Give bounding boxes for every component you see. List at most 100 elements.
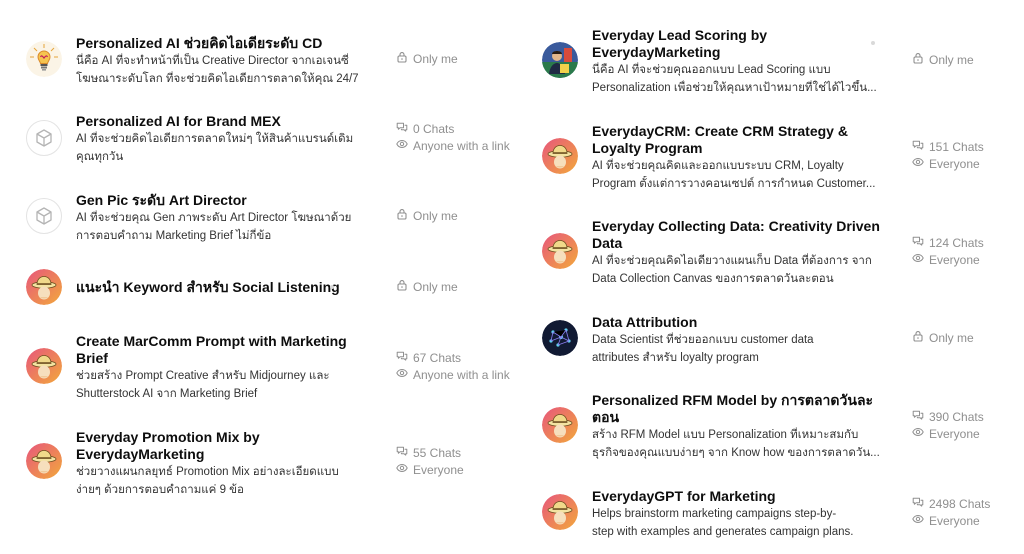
visibility: Only me [912, 330, 1024, 347]
lock-icon [396, 279, 408, 296]
visibility-label: Everyone [413, 463, 464, 477]
visibility: Everyone [912, 513, 1024, 530]
chat-count: 2498 Chats [912, 496, 1024, 513]
visibility-label: Everyone [929, 427, 980, 441]
gpt-meta: 0 Chats Anyone with a link [396, 121, 526, 155]
gpt-avatar [26, 348, 62, 384]
gpt-description: Data Scientist ที่ช่วยออกแบบ customer da… [592, 334, 814, 346]
chat-count-label: 67 Chats [413, 351, 462, 365]
chat-count: 55 Chats [396, 445, 526, 462]
gpt-meta: Only me [396, 279, 526, 296]
gpt-title: Create MarComm Prompt with Marketing Bri… [76, 333, 347, 366]
gpt-description: AI ที่จะช่วยคุณ Gen ภาพระดับ Art Directo… [76, 212, 352, 224]
visibility: Only me [396, 279, 526, 296]
gpt-meta: Only me [396, 51, 526, 68]
eye-icon [912, 252, 924, 269]
chat-count: 124 Chats [912, 235, 1024, 252]
gpt-title: Personalized RFM Model by การตลาดวันละ ต… [592, 392, 874, 425]
gpt-description: ธุรกิจของคุณแบบง่ายๆ จาก Know how ของการ… [592, 447, 880, 459]
gpt-avatar [542, 138, 578, 174]
gpt-description: Program ตั้งแต่การวางคอนเซปต์ การกำหนด C… [592, 178, 876, 190]
chat-count: 67 Chats [396, 350, 526, 367]
gpt-texts: Everyday Collecting Data: Creativity Dri… [592, 218, 882, 288]
gpt-description: AI ที่จะช่วยคุณคิดและออกแบบระบบ CRM, Loy… [592, 160, 844, 172]
gpt-texts: Personalized AI ช่วยคิดไอเดียระดับ CD นี่… [76, 35, 366, 88]
visibility-label: Only me [413, 280, 458, 294]
gpt-description: attributes สำหรับ loyalty program [592, 352, 759, 364]
visibility-label: Anyone with a link [413, 139, 510, 153]
gpt-meta: 124 Chats Everyone [912, 235, 1024, 269]
gpt-title: Personalized AI for Brand MEX [76, 113, 281, 129]
chat-count-label: 55 Chats [413, 446, 462, 460]
gpt-title: Data Attribution [592, 314, 698, 330]
visibility: Everyone [912, 156, 1024, 173]
chat-bubbles-icon [396, 445, 408, 462]
gpt-description: Shutterstock AI จาก Marketing Brief [76, 388, 258, 400]
chat-bubbles-icon [396, 121, 408, 138]
chat-count: 0 Chats [396, 121, 526, 138]
gpt-description: Personalization เพื่อช่วยให้คุณหาเป้าหมา… [592, 82, 877, 94]
eye-icon [396, 367, 408, 384]
chat-bubbles-icon [912, 409, 924, 426]
visibility-label: Only me [413, 209, 458, 223]
gpt-description: นี่คือ AI ที่จะทำหน้าที่เป็น Creative Di… [76, 55, 349, 67]
gpt-title: Personalized AI ช่วยคิดไอเดียระดับ CD [76, 35, 323, 51]
visibility: Only me [396, 51, 526, 68]
gpt-meta: 151 Chats Everyone [912, 139, 1024, 173]
gpt-title: EverydayGPT for Marketing [592, 488, 776, 504]
lock-icon [912, 330, 924, 347]
gpt-avatar [542, 233, 578, 269]
eye-icon [912, 156, 924, 173]
gpt-meta: Only me [396, 208, 526, 225]
gpt-texts: Personalized AI for Brand MEX AI ที่จะช่ว… [76, 113, 366, 166]
visibility-label: Only me [929, 53, 974, 67]
visibility-label: Everyone [929, 253, 980, 267]
chat-count: 390 Chats [912, 409, 1024, 426]
gpt-description: AI ที่จะช่วยคุณคิดไอเดียวางแผนเก็บ Data … [592, 255, 872, 267]
visibility: Everyone [912, 252, 1024, 269]
gpt-description: คุณทุกวัน [76, 151, 124, 163]
eye-icon [912, 426, 924, 443]
placeholder-cube-icon [26, 198, 62, 234]
gpt-avatar [542, 407, 578, 443]
gpt-title: EverydayCRM: Create CRM Strategy & Loyal… [592, 123, 848, 156]
gpt-texts: Data Attribution Data Scientist ที่ช่วยออ… [592, 314, 882, 367]
chat-count-label: 0 Chats [413, 122, 455, 136]
gpt-meta: 390 Chats Everyone [912, 409, 1024, 443]
chat-bubbles-icon [396, 350, 408, 367]
gpt-description: step with examples and generates campaig… [592, 526, 854, 538]
visibility-label: Everyone [929, 157, 980, 171]
gpt-texts: Create MarComm Prompt with Marketing Bri… [76, 333, 366, 403]
chat-bubbles-icon [912, 139, 924, 156]
chat-count-label: 124 Chats [929, 236, 984, 250]
chat-bubbles-icon [912, 496, 924, 513]
gpt-title: Everyday Collecting Data: Creativity Dri… [592, 218, 880, 251]
lock-icon [396, 208, 408, 225]
gpt-texts: Everyday Lead Scoring by EverydayMarketi… [592, 27, 882, 97]
gpt-description: ช่วยสร้าง Prompt Creative สำหรับ Midjour… [76, 370, 330, 382]
gpt-texts: Gen Pic ระดับ Art Director AI ที่จะช่วยคุ… [76, 192, 366, 245]
gpt-title: Everyday Lead Scoring by EverydayMarketi… [592, 27, 768, 60]
gpt-title: Everyday Promotion Mix by EverydayMarket… [76, 429, 260, 462]
gpt-description: การตอบคำถาม Marketing Brief ไม่กี่ข้อ [76, 230, 272, 242]
gpt-meta: Only me [912, 52, 1024, 69]
visibility: Anyone with a link [396, 138, 526, 155]
visibility-label: Everyone [929, 514, 980, 528]
gpt-meta: 55 Chats Everyone [396, 445, 526, 479]
eye-icon [396, 462, 408, 479]
visibility: Only me [912, 52, 1024, 69]
visibility-label: Anyone with a link [413, 368, 510, 382]
gpt-description: สร้าง RFM Model แบบ Personalization ที่เ… [592, 429, 859, 441]
gpt-description: Helps brainstorm marketing campaigns ste… [592, 508, 837, 520]
visibility: Everyone [396, 462, 526, 479]
gpt-avatar [26, 443, 62, 479]
lock-icon [912, 52, 924, 69]
gpt-texts: แนะนำ Keyword สำหรับ Social Listening [76, 279, 366, 296]
gpt-description: AI ที่จะช่วยคิดไอเดียการตลาดใหม่ๆ ให้สิน… [76, 133, 354, 145]
placeholder-cube-icon [26, 120, 62, 156]
gpt-description: ง่ายๆ ด้วยการตอบคำถามแค่ 9 ข้อ [76, 484, 244, 496]
lock-icon [396, 51, 408, 68]
gpt-avatar [26, 269, 62, 305]
chat-bubbles-icon [912, 235, 924, 252]
visibility: Everyone [912, 426, 1024, 443]
